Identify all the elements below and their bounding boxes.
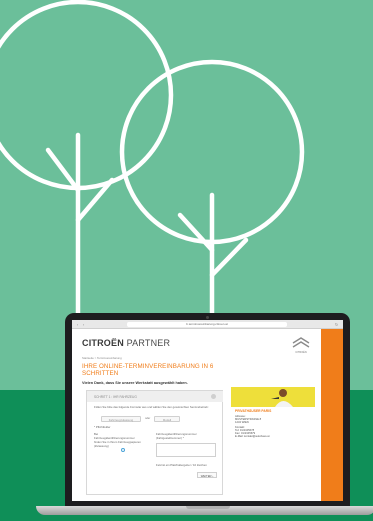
illustration-scene: ‹ › b.terminvereinbarung.citroen.at ↻ CI… bbox=[0, 0, 373, 521]
step-heading: Schritt 1 : Ihr Fahrzeug bbox=[94, 394, 137, 399]
browser-toolbar: ‹ › b.terminvereinbarung.citroen.at ↻ bbox=[72, 320, 343, 329]
option-registration[interactable]: Fahrzeugzulassung bbox=[101, 416, 141, 422]
site-logo[interactable]: CITROËN PARTNER bbox=[82, 338, 170, 348]
dealer-email[interactable]: E-Mail: kontakt@autohaus.at bbox=[235, 435, 313, 438]
next-button[interactable]: WEITER › bbox=[197, 472, 217, 478]
tree-crown-large bbox=[0, 0, 174, 191]
option-model[interactable]: Modell bbox=[154, 416, 180, 422]
dealer-photo bbox=[231, 387, 315, 407]
vin-input[interactable] bbox=[156, 443, 216, 457]
reload-icon[interactable]: ↻ bbox=[334, 322, 339, 327]
step-header[interactable]: Schritt 1 : Ihr Fahrzeug bbox=[87, 391, 223, 402]
option-or: oder bbox=[145, 417, 151, 420]
laptop-notch bbox=[186, 506, 230, 509]
info-icon[interactable] bbox=[121, 448, 125, 452]
step-intro: Füllen Sie bitte das folgende Formular a… bbox=[94, 405, 209, 409]
input-hint: Feld ist ein Platzhaltergeber / 10 Zeich… bbox=[156, 463, 207, 467]
forward-icon[interactable]: › bbox=[81, 322, 86, 327]
camera-dot bbox=[206, 316, 209, 319]
address-bar[interactable]: b.terminvereinbarung.citroen.at bbox=[127, 322, 287, 327]
orange-sidebar bbox=[321, 329, 343, 501]
vehicle-lookup-options: Fahrzeugzulassung oder Modell bbox=[101, 416, 196, 422]
step-panel: Schritt 1 : Ihr Fahrzeug Füllen Sie bitt… bbox=[86, 390, 223, 495]
field-label-line-4: (Zulassung) bbox=[94, 444, 109, 448]
logo-brand: CITROËN bbox=[82, 338, 124, 348]
brand-mark-label: CITROËN bbox=[295, 351, 307, 354]
lead-text: Vielen Dank, dass Sie unsere Werkstatt a… bbox=[82, 381, 188, 385]
required-note: * Pflichtfelder bbox=[94, 425, 111, 429]
page-title: IHRE ONLINE-TERMINVEREINBARUNG IN 6 bbox=[82, 363, 214, 370]
breadcrumb[interactable]: Startseite > Terminvereinbarung bbox=[82, 356, 122, 360]
dealer-name[interactable]: PRIVATHÄUSER PARIS bbox=[235, 409, 271, 413]
web-page: CITROËN PARTNER CITROËN Startseite > Ter… bbox=[72, 329, 343, 501]
dealer-card: PRIVATHÄUSER PARIS Adresse: MUSTERSTRASS… bbox=[231, 387, 315, 457]
chevron-logo-icon bbox=[292, 337, 310, 348]
page-title-line-2: SCHRITTEN bbox=[82, 370, 119, 377]
collapse-icon[interactable] bbox=[211, 394, 216, 399]
dealer-city: 1234 WIEN bbox=[235, 421, 249, 424]
back-icon[interactable]: ‹ bbox=[75, 322, 80, 327]
logo-suffix: PARTNER bbox=[126, 338, 171, 348]
laptop: ‹ › b.terminvereinbarung.citroen.at ↻ CI… bbox=[65, 313, 350, 507]
laptop-screen: ‹ › b.terminvereinbarung.citroen.at ↻ CI… bbox=[72, 320, 343, 501]
vin-label-line-2: (Fahrgestellnummer) * bbox=[156, 436, 184, 440]
